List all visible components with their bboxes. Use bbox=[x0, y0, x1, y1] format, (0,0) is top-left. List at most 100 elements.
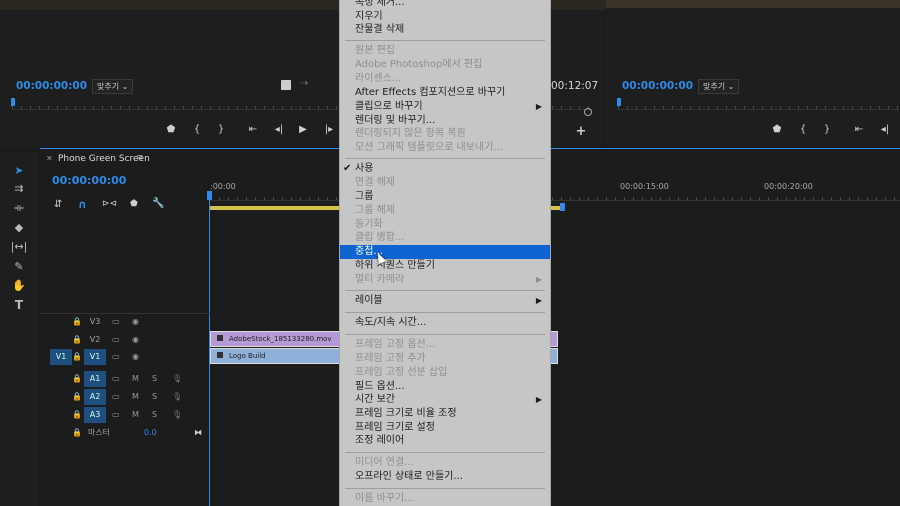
menu-item-edit-original[interactable]: 원본 편집 bbox=[340, 44, 550, 58]
sync-lock-icon[interactable]: ▭ bbox=[112, 392, 120, 401]
nest-toggle-icon[interactable]: ⇵ bbox=[54, 199, 62, 210]
eye-icon[interactable]: ◉ bbox=[132, 352, 139, 361]
go-to-in-icon[interactable]: ⇤ bbox=[244, 124, 262, 135]
track-master[interactable]: 🔒 마스터 0.0 ⧓ bbox=[40, 424, 210, 441]
marker-icon[interactable]: ⬟ bbox=[162, 124, 180, 135]
menu-item-ungroup[interactable]: 그룹 해제 bbox=[340, 204, 550, 218]
master-end-icon[interactable]: ⧓ bbox=[194, 428, 202, 437]
menu-item-adjustment-layer[interactable]: 조정 레이어 bbox=[340, 434, 550, 448]
track-v2[interactable]: 🔒 V2 ▭ ◉ bbox=[40, 331, 210, 348]
menu-item-link-media[interactable]: 미디어 연결... bbox=[340, 456, 550, 470]
playhead-icon[interactable] bbox=[11, 98, 15, 106]
mute-button[interactable]: M bbox=[132, 374, 139, 383]
track-v3[interactable]: 🔒 V3 ▭ ◉ bbox=[40, 313, 210, 330]
lock-icon[interactable]: 🔒 bbox=[72, 317, 82, 326]
drag-icon[interactable]: ⇢ bbox=[300, 78, 308, 89]
menu-item-speed-duration[interactable]: 속도/지속 시간... bbox=[340, 316, 550, 330]
menu-item-merge-clips[interactable]: 클립 병합... bbox=[340, 231, 550, 245]
close-icon[interactable]: ✕ bbox=[46, 154, 53, 163]
mic-icon[interactable]: 🎙 bbox=[172, 410, 182, 419]
menu-item-clear[interactable]: 지우기 bbox=[340, 10, 550, 24]
menu-item-nest[interactable]: 중첩... bbox=[340, 245, 550, 259]
menu-item-enable[interactable]: ✔ 사용 bbox=[340, 162, 550, 176]
menu-item-label-submenu[interactable]: 레이블 ▶ bbox=[340, 294, 550, 308]
sync-lock-icon[interactable]: ▭ bbox=[112, 335, 120, 344]
pen-tool-icon[interactable]: ✎ bbox=[10, 258, 28, 275]
program-ruler[interactable] bbox=[618, 100, 900, 110]
program-fit-dropdown[interactable]: 맞추기 ⌄ bbox=[698, 79, 740, 94]
mute-button[interactable]: M bbox=[132, 392, 139, 401]
menu-item-license[interactable]: 라이센스... bbox=[340, 72, 550, 86]
track-source-v1[interactable]: V1 bbox=[50, 348, 72, 365]
settings-icon[interactable] bbox=[281, 80, 291, 90]
lock-icon[interactable]: 🔒 bbox=[72, 352, 82, 361]
sync-lock-icon[interactable]: ▭ bbox=[112, 317, 120, 326]
source-timecode[interactable]: 00:00:00:00 bbox=[16, 80, 87, 92]
hand-tool-icon[interactable]: ✋ bbox=[10, 277, 28, 294]
linked-selection-icon[interactable]: ⊳⊲ bbox=[102, 199, 117, 209]
mic-icon[interactable]: 🎙 bbox=[172, 374, 182, 383]
razor-tool-icon[interactable]: ◆ bbox=[10, 219, 28, 236]
menu-item-set-to-frame[interactable]: 프레임 크기로 설정 bbox=[340, 421, 550, 435]
mark-out-icon[interactable]: } bbox=[212, 124, 230, 135]
menu-item-frame-hold-options[interactable]: 프레임 고정 옵션... bbox=[340, 338, 550, 352]
source-fit-dropdown[interactable]: 맞추기 ⌄ bbox=[92, 79, 134, 94]
menu-item-restore-unrendered[interactable]: 렌더링되지 않은 항목 복원 bbox=[340, 127, 550, 141]
menu-item-add-frame-hold[interactable]: 프레임 고정 추가 bbox=[340, 352, 550, 366]
mic-icon[interactable]: 🎙 bbox=[172, 392, 182, 401]
menu-item-replace-with-ae[interactable]: After Effects 컴포지션으로 바꾸기 bbox=[340, 86, 550, 100]
menu-item-make-subsequence[interactable]: 하위 시퀀스 만들기 bbox=[340, 259, 550, 273]
timeline-timecode[interactable]: 00:00:00:00 bbox=[52, 174, 126, 187]
sync-lock-icon[interactable]: ▭ bbox=[112, 410, 120, 419]
menu-item-multi-camera[interactable]: 멀티 카메라 ▶ bbox=[340, 273, 550, 287]
menu-item-unlink[interactable]: 연결 해제 bbox=[340, 176, 550, 190]
play-icon[interactable]: ▶ bbox=[294, 124, 312, 135]
lock-icon[interactable]: 🔒 bbox=[72, 428, 82, 437]
ripple-edit-tool-icon[interactable]: ⟛ bbox=[10, 199, 28, 216]
solo-button[interactable]: S bbox=[152, 392, 157, 401]
lock-icon[interactable]: 🔒 bbox=[72, 374, 82, 383]
add-marker-icon[interactable]: ⬟ bbox=[130, 199, 138, 209]
eye-icon[interactable]: ◉ bbox=[132, 317, 139, 326]
slip-tool-icon[interactable]: |↔| bbox=[10, 238, 28, 255]
menu-item-group[interactable]: 그룹 bbox=[340, 190, 550, 204]
menu-item-remove-attributes[interactable]: 속성 제거... bbox=[340, 0, 550, 10]
menu-item-edit-in-photoshop[interactable]: Adobe Photoshop에서 편집 bbox=[340, 58, 550, 72]
panel-menu-icon[interactable]: ≡ bbox=[136, 153, 144, 163]
work-area-end-handle[interactable] bbox=[560, 203, 565, 211]
menu-item-make-offline[interactable]: 오프라인 상태로 만들기... bbox=[340, 470, 550, 484]
track-a2[interactable]: 🔒 A2 ▭ M S 🎙 bbox=[40, 388, 210, 405]
menu-item-rename[interactable]: 이름 바꾸기... bbox=[340, 492, 550, 506]
timeline-ruler[interactable] bbox=[210, 191, 900, 201]
track-a1[interactable]: 🔒 A1 ▭ M S 🎙 bbox=[40, 370, 210, 387]
menu-item-field-options[interactable]: 필드 옵션... bbox=[340, 380, 550, 394]
go-to-in-icon[interactable]: ⇤ bbox=[850, 124, 868, 135]
menu-item-time-interpolation[interactable]: 시간 보간 ▶ bbox=[340, 393, 550, 407]
track-a3[interactable]: 🔒 A3 ▭ M S 🎙 bbox=[40, 406, 210, 423]
sync-lock-icon[interactable]: ▭ bbox=[112, 352, 120, 361]
type-tool-icon[interactable]: T bbox=[10, 296, 28, 313]
track-select-tool-icon[interactable]: ⇉ bbox=[10, 180, 28, 197]
master-volume-value[interactable]: 0.0 bbox=[144, 428, 157, 437]
step-back-icon[interactable]: ◂| bbox=[876, 124, 894, 135]
marker-icon[interactable]: ⬟ bbox=[768, 124, 786, 135]
menu-item-insert-frame-hold[interactable]: 프레임 고정 선분 삽입 bbox=[340, 366, 550, 380]
step-forward-icon[interactable]: |▸ bbox=[320, 124, 338, 135]
add-button-icon[interactable]: + bbox=[572, 124, 590, 139]
menu-item-export-mogrt[interactable]: 모션 그래픽 템플릿으로 내보내기... bbox=[340, 141, 550, 155]
selection-tool-icon[interactable]: ➤ bbox=[10, 162, 28, 179]
mark-in-icon[interactable]: { bbox=[794, 124, 812, 135]
menu-item-synchronize[interactable]: 동기화 bbox=[340, 218, 550, 232]
eye-icon[interactable]: ◉ bbox=[132, 335, 139, 344]
snap-icon[interactable]: ∩ bbox=[78, 198, 87, 211]
mute-button[interactable]: M bbox=[132, 410, 139, 419]
track-v1[interactable]: V1 🔒 V1 ▭ ◉ bbox=[40, 348, 210, 365]
menu-item-replace-with-clip[interactable]: 클립으로 바꾸기 ▶ bbox=[340, 100, 550, 114]
mark-out-icon[interactable]: } bbox=[818, 124, 836, 135]
menu-item-scale-to-frame[interactable]: 프레임 크기로 비율 조정 bbox=[340, 407, 550, 421]
program-timecode[interactable]: 00:00:00:00 bbox=[622, 80, 693, 92]
wrench-icon[interactable]: 🔧 bbox=[152, 198, 164, 209]
lock-icon[interactable]: 🔒 bbox=[72, 410, 82, 419]
playhead-handle-icon[interactable] bbox=[207, 191, 212, 200]
menu-item-ripple-delete[interactable]: 잔물결 삭제 bbox=[340, 23, 550, 37]
